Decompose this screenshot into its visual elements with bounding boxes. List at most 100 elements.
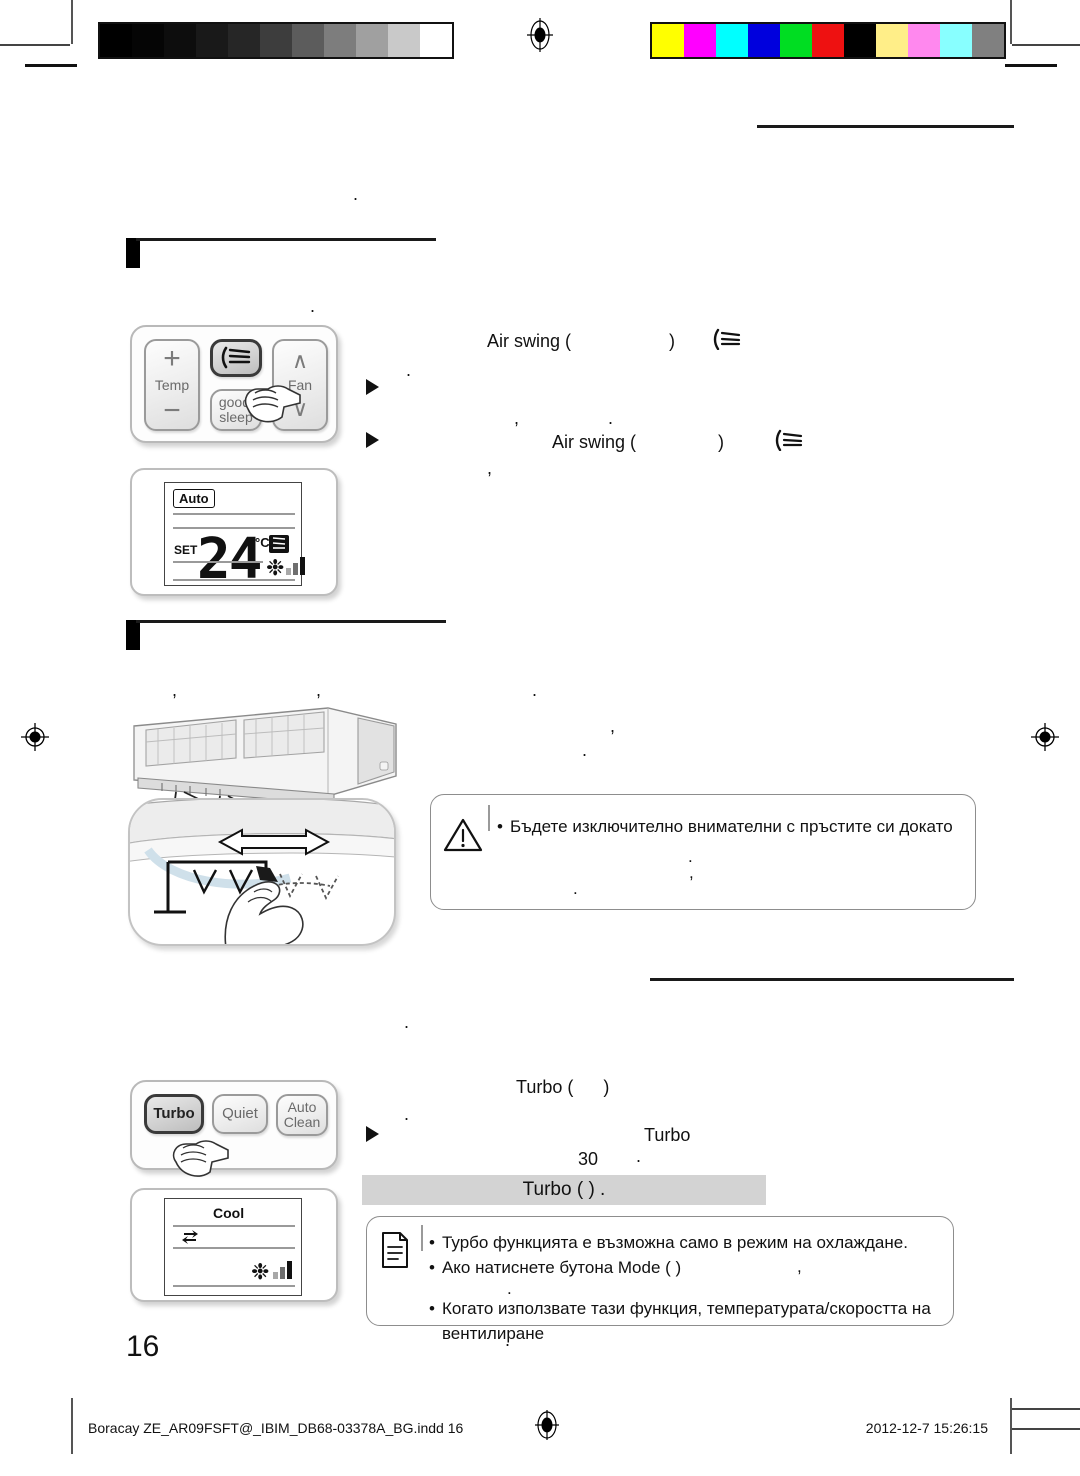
note-stray-period: . — [507, 1279, 512, 1298]
page-number: 16 — [126, 1330, 160, 1363]
turbo-grey-band-text: Turbo ( ) . — [522, 1179, 606, 1200]
color-patch-5 — [812, 24, 844, 57]
air-swing-icon-inline-1 — [712, 328, 742, 355]
lcd-screen: Auto SET 24 °C ❉ — [164, 482, 305, 592]
color-control-patches — [650, 22, 1006, 59]
fan-speed-bars — [286, 557, 305, 575]
lcd-mode-badge: Auto — [173, 489, 215, 508]
caution-stray-2: , — [689, 863, 694, 882]
temp-up-icon: + — [163, 341, 181, 375]
trim-mark-left-lower — [25, 64, 77, 67]
color-patch-6 — [844, 24, 876, 57]
fan-label: Fan — [287, 376, 313, 393]
caution-bullet-dot-1: • — [497, 817, 503, 836]
lcd-display-auto-illustration: Auto SET 24 °C ❉ — [130, 468, 338, 596]
caution-text-block: • Бъдете изключително внимателни с пръст… — [497, 815, 967, 840]
footer-filename: Boracay ZE_AR09FSFT@_IBIM_DB68-03378A_BG… — [88, 1420, 464, 1436]
turbo-bullet1-number: 30 — [578, 1149, 599, 1169]
turbo-grey-highlight-band: Turbo ( ) . — [362, 1175, 766, 1205]
gray-patch-6 — [292, 24, 324, 57]
section-rule — [136, 238, 436, 241]
stray-mark-2: . — [310, 296, 316, 316]
air-swing-text-start: Air swing ( — [487, 331, 572, 351]
chapter-rule-turbo — [650, 978, 1014, 981]
air-swing-bullet-arrow-1 — [366, 379, 379, 395]
air-swing-text2-start: Air swing ( — [552, 432, 637, 452]
turbo-stray-1: . — [404, 1012, 410, 1032]
note-bullet-2: • Ако натиснете бутона Mode ( ) — [429, 1256, 949, 1281]
lcd-divider-4 — [173, 579, 295, 581]
fan-down-icon: ∨ — [291, 396, 309, 422]
temp-label: Temp — [154, 376, 190, 393]
air-swing-button[interactable] — [210, 339, 262, 377]
note-bullet-text-3: Когато използвате тази функция, температ… — [441, 1299, 931, 1343]
fan-icon: ❉ — [266, 555, 285, 580]
temp-button[interactable]: + Temp − — [144, 339, 200, 431]
lcd-cool-divider-3 — [173, 1285, 295, 1287]
auto-clean-label-line2: Clean — [283, 1114, 321, 1130]
blades-stray-6: . — [582, 740, 588, 760]
gray-patch-2 — [164, 24, 196, 57]
trim-mark-bottom-right-upper — [1012, 1408, 1080, 1410]
fan-icon-cool: ❉ — [251, 1259, 270, 1284]
registration-mark-right — [1028, 720, 1062, 754]
section-marker-bar-2 — [126, 620, 140, 650]
blade-adjust-detail-illustration — [128, 798, 396, 946]
lcd-mode-cool: Cool — [213, 1205, 245, 1221]
gray-patch-5 — [260, 24, 292, 57]
caution-divider — [488, 805, 490, 831]
remote-control-turbo-illustration: Turbo Quiet Auto Clean — [130, 1080, 338, 1177]
color-patch-0 — [652, 24, 684, 57]
air-swing-instruction-line-1: Air swing ( ) — [487, 328, 675, 355]
good-sleep-label-line1: good’ — [218, 394, 254, 411]
lcd-display-cool-illustration: Cool ❉ — [130, 1188, 338, 1302]
note-bullet-dot-2: • — [429, 1257, 435, 1277]
blades-stray-1: , — [172, 680, 178, 700]
grayscale-step-wedge — [98, 22, 454, 59]
registration-mark-bottom — [530, 1408, 564, 1442]
turbo-text-start: Turbo ( — [516, 1077, 574, 1097]
caution-callout-box: • Бъдете изключително внимателни с пръст… — [430, 794, 976, 910]
turbo-instruction-line-1: Turbo ( ) — [516, 1074, 609, 1101]
air-swing-bullet1-comma: , — [514, 408, 520, 428]
gray-patch-4 — [228, 24, 260, 57]
note-divider — [421, 1225, 423, 1251]
good-sleep-button[interactable]: good’ sleep — [210, 389, 262, 431]
gray-patch-8 — [356, 24, 388, 57]
gray-patch-10 — [420, 24, 452, 57]
warning-triangle-icon — [443, 817, 483, 858]
trim-mark-bottom-right-lower — [1012, 1428, 1080, 1430]
gray-patch-3 — [196, 24, 228, 57]
remote-control-air-swing-illustration: + Temp − good’ sleep ∧ Fan ∨ — [130, 325, 338, 443]
air-swing-line2-period: . — [406, 360, 412, 380]
turbo-text-close: ) — [603, 1077, 610, 1097]
quiet-button[interactable]: Quiet — [212, 1094, 268, 1134]
auto-clean-button[interactable]: Auto Clean — [276, 1094, 328, 1136]
trim-mark-right-lower — [1005, 64, 1057, 67]
color-patch-4 — [780, 24, 812, 57]
note-bullet-text-1: Турбо функцията е възможна само в режим … — [441, 1233, 908, 1252]
note-bullet-dot-3: • — [429, 1299, 435, 1318]
note-bullet-text-2: Ако натиснете бутона Mode ( ) — [441, 1257, 682, 1277]
section-rule-2 — [136, 620, 446, 623]
turbo-button[interactable]: Turbo — [144, 1094, 204, 1134]
stray-mark-1: . — [353, 184, 359, 204]
quiet-button-label: Quiet — [222, 1105, 258, 1123]
color-patch-10 — [972, 24, 1004, 57]
registration-mark-top — [523, 18, 557, 52]
fan-speed-bars-cool — [273, 1261, 292, 1279]
gray-patch-7 — [324, 24, 356, 57]
air-swing-bullet-arrow-2 — [366, 432, 379, 448]
fan-button[interactable]: ∧ Fan ∨ — [272, 339, 328, 431]
lcd-temperature-value: 24 — [197, 527, 262, 592]
note-bullet-1: • Турбо функцията е възможна само в режи… — [429, 1231, 949, 1256]
footer-timestamp: 2012-12-7 15:26:15 — [865, 1420, 988, 1436]
trim-mark-left-upper — [0, 44, 70, 46]
air-swing-bullet2-comma: , — [487, 458, 493, 478]
caution-bullet-text-1: Бъдете изключително внимателни с пръстит… — [509, 817, 953, 836]
crop-mark-top-left-vertical — [71, 0, 73, 44]
manual-page: . . + Temp − good’ sleep ∧ Fan ∨ Auto SE… — [0, 0, 1080, 1476]
caution-bullet-1: • Бъдете изключително внимателни с пръст… — [497, 815, 967, 840]
lcd-cool-divider-2 — [173, 1247, 295, 1249]
lcd-divider-1 — [173, 513, 295, 515]
